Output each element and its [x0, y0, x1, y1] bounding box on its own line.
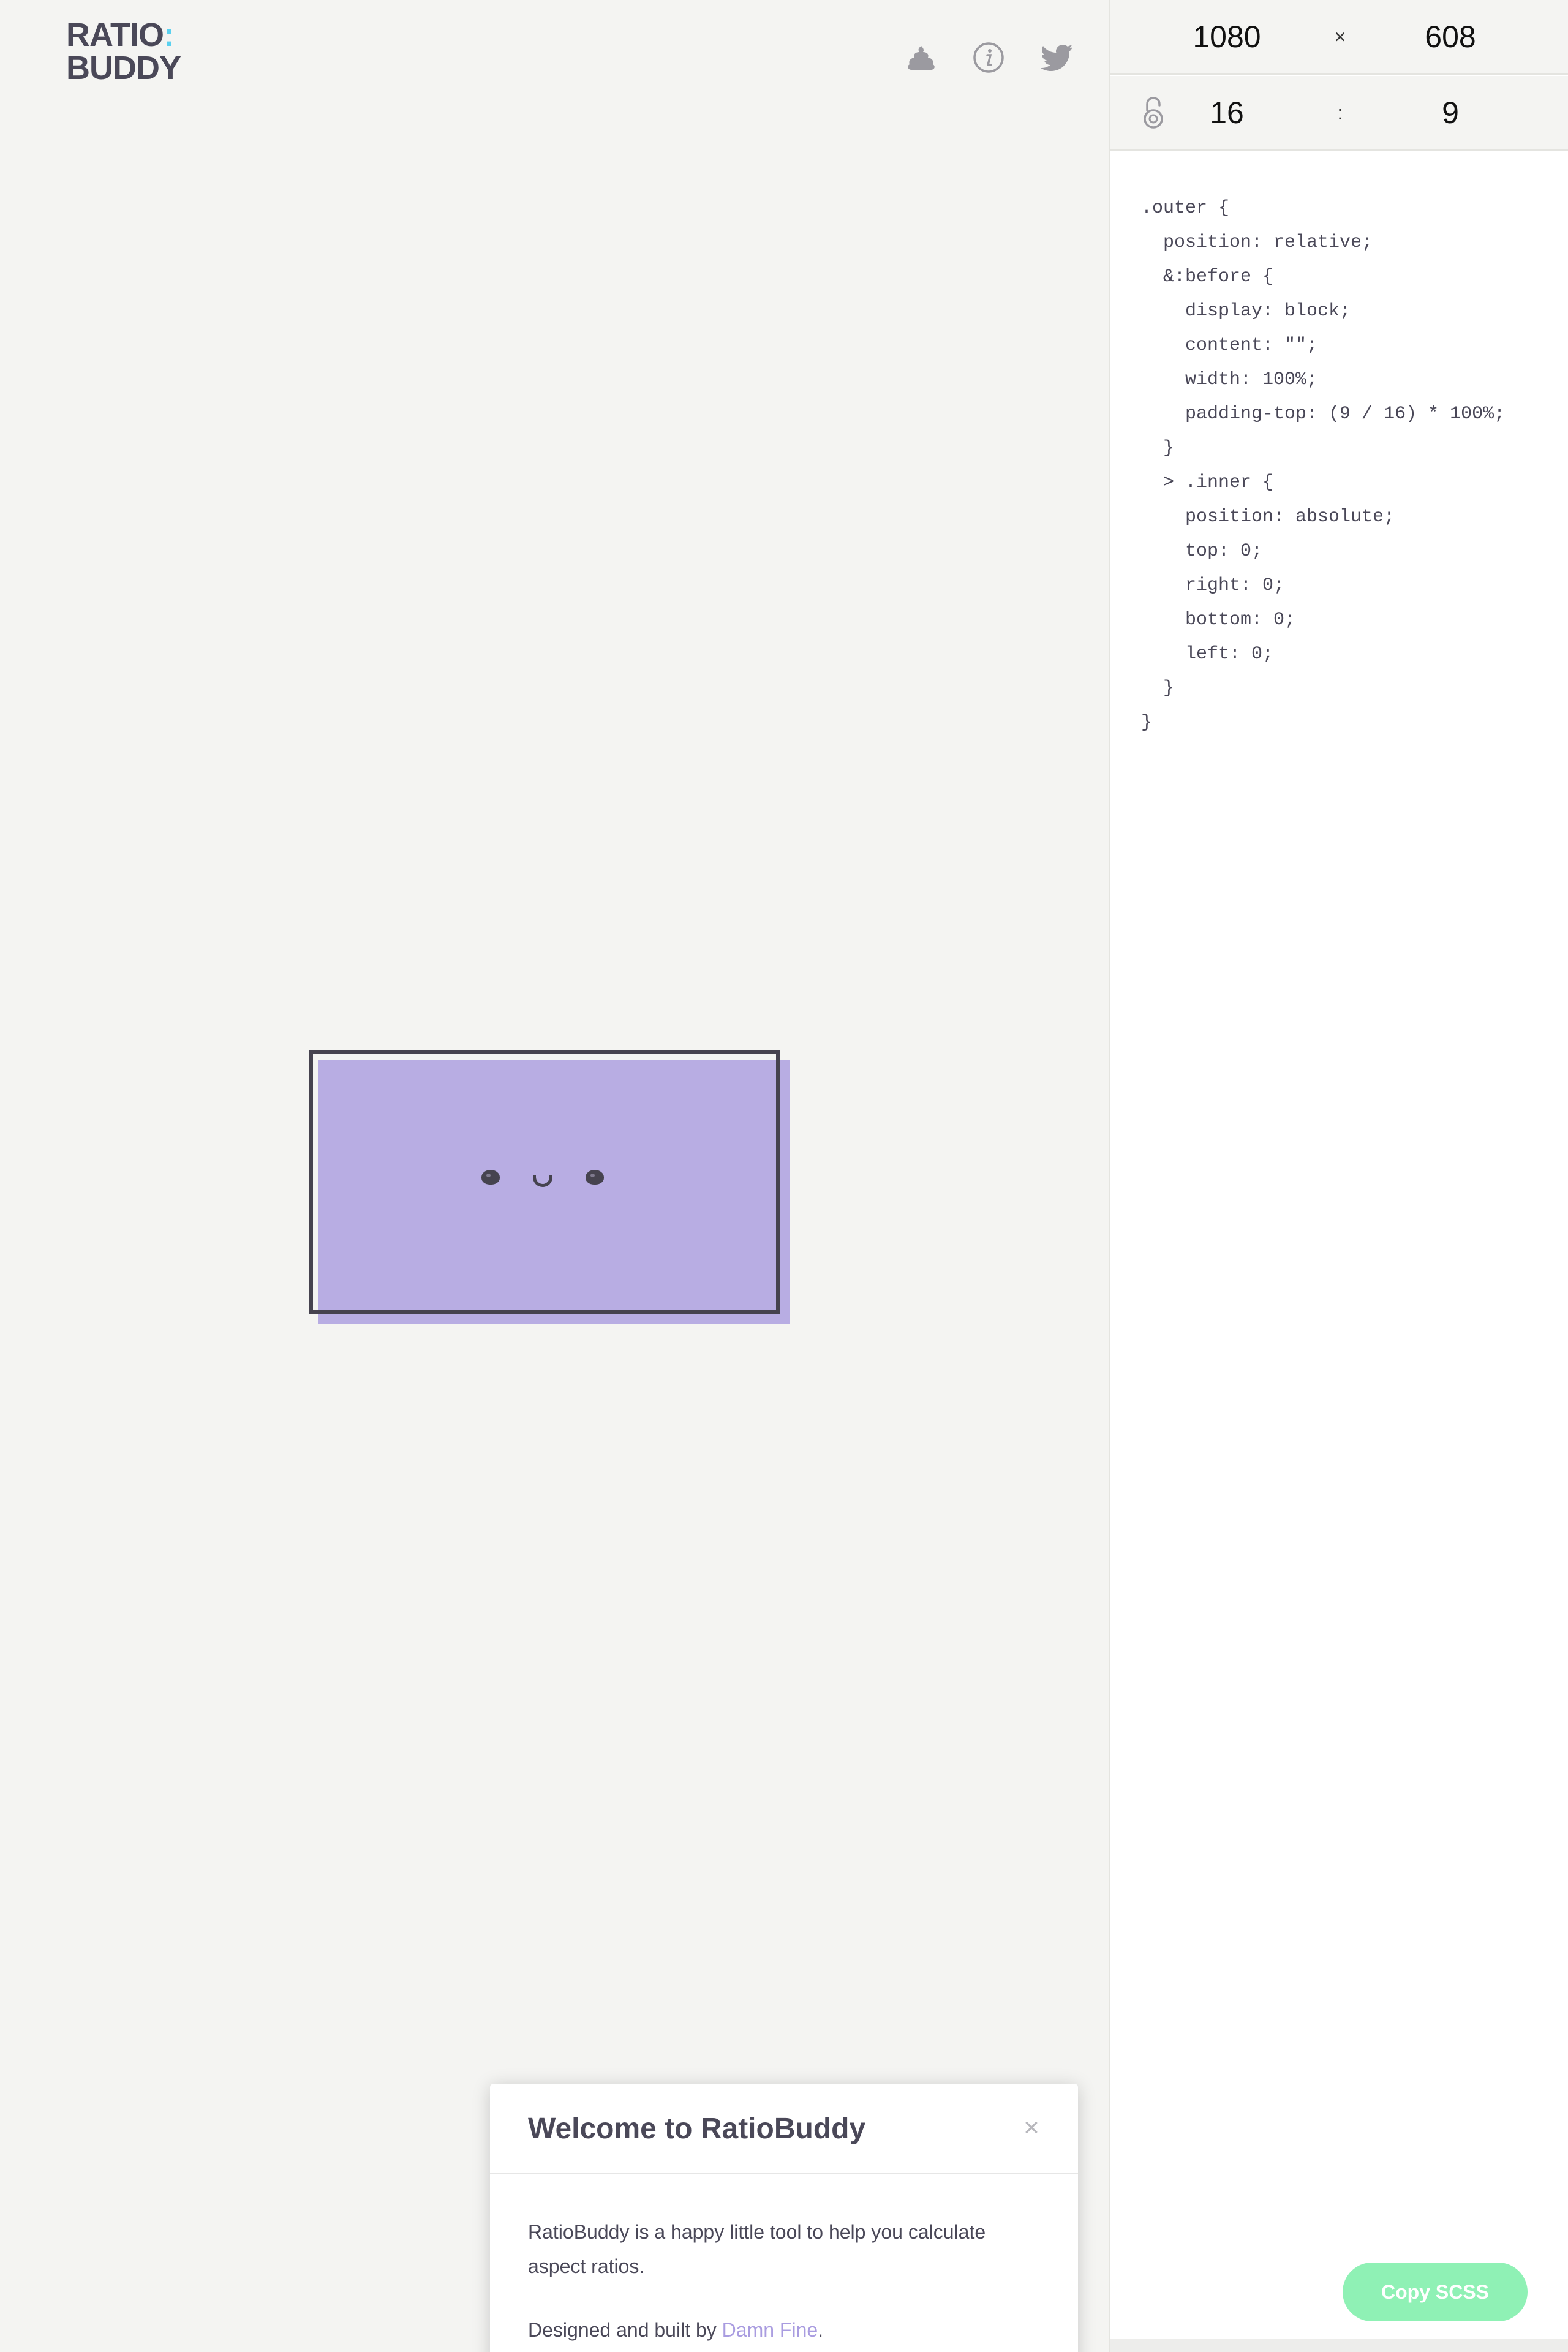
unlocked-padlock-icon[interactable]: [1141, 97, 1166, 130]
output-panel: × : .outer { position: relative; &:befor…: [1109, 0, 1568, 2352]
ratio-width-input[interactable]: [1166, 76, 1288, 149]
times-sign: ×: [1334, 26, 1346, 48]
code-line: bottom: 0;: [1141, 609, 1296, 630]
code-line: right: 0;: [1141, 575, 1285, 596]
modal-credit: Designed and built by Damn Fine.: [528, 2313, 1030, 2347]
canvas-area: RATIO: BUDDY Welcome to RatioBuddy × Rat…: [0, 0, 1109, 2352]
logo-colon: :: [163, 17, 175, 53]
logo-ratio: RATIO: [66, 17, 164, 53]
logo[interactable]: RATIO: BUDDY: [66, 18, 181, 85]
damn-fine-link[interactable]: Damn Fine: [722, 2319, 818, 2341]
ratio-height-input[interactable]: [1389, 76, 1512, 149]
ratio-preview[interactable]: [309, 1050, 790, 1324]
smile: [533, 1175, 552, 1187]
credit-suffix: .: [818, 2319, 824, 2341]
code-line: .outer {: [1141, 198, 1230, 219]
info-icon[interactable]: [970, 39, 1007, 76]
height-input[interactable]: [1389, 0, 1512, 74]
code-line: width: 100%;: [1141, 369, 1318, 390]
modal-intro: RatioBuddy is a happy little tool to hel…: [528, 2221, 986, 2277]
copy-scss-button[interactable]: Copy SCSS: [1343, 2263, 1528, 2321]
code-line: position: absolute;: [1141, 507, 1395, 527]
code-line: position: relative;: [1141, 232, 1373, 253]
logo-buddy: BUDDY: [66, 50, 181, 86]
code-line: }: [1141, 438, 1175, 459]
twitter-icon[interactable]: [1039, 39, 1076, 76]
dimensions-row: ×: [1110, 0, 1568, 75]
code-line: top: 0;: [1141, 541, 1263, 562]
happy-face: [481, 1170, 616, 1207]
modal-title: Welcome to RatioBuddy: [528, 2113, 866, 2145]
code-line: display: block;: [1141, 301, 1351, 322]
credit-prefix: Designed and built by: [528, 2319, 722, 2341]
scss-code-output[interactable]: .outer { position: relative; &:before { …: [1141, 191, 1505, 740]
code-line: &:before {: [1141, 266, 1274, 287]
right-eye: [586, 1170, 604, 1185]
welcome-modal: Welcome to RatioBuddy × RatioBuddy is a …: [490, 2084, 1078, 2352]
code-line: content: "";: [1141, 335, 1318, 356]
top-icon-bar: [864, 39, 1109, 78]
ratio-colon: :: [1337, 102, 1343, 124]
modal-body: RatioBuddy is a happy little tool to hel…: [490, 2174, 1078, 2347]
poop-icon[interactable]: [903, 39, 940, 76]
code-line: }: [1141, 712, 1153, 733]
code-line: > .inner {: [1141, 472, 1274, 493]
code-line: }: [1141, 678, 1175, 699]
code-line: left: 0;: [1141, 644, 1274, 665]
left-eye: [481, 1170, 500, 1185]
code-line: padding-top: (9 / 16) * 100%;: [1141, 404, 1506, 424]
ratio-row: :: [1110, 76, 1568, 151]
close-icon[interactable]: ×: [1019, 2114, 1044, 2141]
width-input[interactable]: [1166, 0, 1288, 74]
bottom-scrollbar-track: [1110, 2339, 1568, 2352]
modal-header: Welcome to RatioBuddy ×: [490, 2084, 1078, 2174]
